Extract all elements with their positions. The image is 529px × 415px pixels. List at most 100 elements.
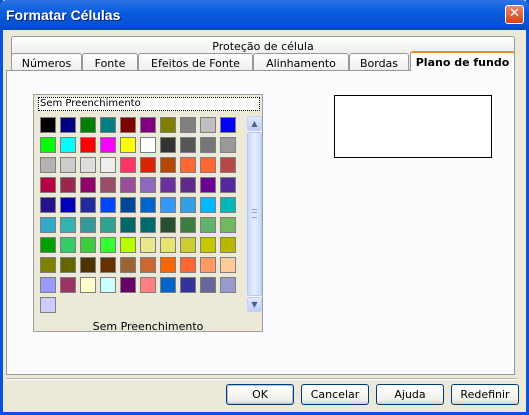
tab-plano-de-fundo[interactable]: Plano de fundo bbox=[410, 51, 515, 71]
color-swatch[interactable] bbox=[220, 157, 236, 173]
color-swatch[interactable] bbox=[100, 277, 116, 293]
color-swatch[interactable] bbox=[100, 157, 116, 173]
color-swatch[interactable] bbox=[180, 237, 196, 253]
color-swatch[interactable] bbox=[120, 277, 136, 293]
color-swatch[interactable] bbox=[200, 177, 216, 193]
color-swatch[interactable] bbox=[60, 137, 76, 153]
color-swatch[interactable] bbox=[40, 157, 56, 173]
color-swatch[interactable] bbox=[180, 217, 196, 233]
scroll-down-button[interactable]: ▼ bbox=[247, 297, 262, 312]
no-fill-option[interactable]: Sem Preenchimento bbox=[38, 97, 260, 111]
color-swatch[interactable] bbox=[60, 177, 76, 193]
color-swatch[interactable] bbox=[200, 137, 216, 153]
color-swatch[interactable] bbox=[220, 137, 236, 153]
color-swatch[interactable] bbox=[120, 177, 136, 193]
color-swatch[interactable] bbox=[220, 237, 236, 253]
color-swatch[interactable] bbox=[80, 277, 96, 293]
color-swatch[interactable] bbox=[180, 277, 196, 293]
color-swatch[interactable] bbox=[160, 257, 176, 273]
color-swatch[interactable] bbox=[100, 217, 116, 233]
color-swatch[interactable] bbox=[160, 277, 176, 293]
color-swatch[interactable] bbox=[40, 277, 56, 293]
color-swatch[interactable] bbox=[100, 257, 116, 273]
color-swatch[interactable] bbox=[120, 157, 136, 173]
color-swatch[interactable] bbox=[140, 237, 156, 253]
color-swatch[interactable] bbox=[180, 137, 196, 153]
cancel-button[interactable]: Cancelar bbox=[301, 384, 369, 405]
color-swatch[interactable] bbox=[80, 177, 96, 193]
color-swatch[interactable] bbox=[60, 257, 76, 273]
color-swatch[interactable] bbox=[220, 197, 236, 213]
color-swatch[interactable] bbox=[100, 237, 116, 253]
color-swatch[interactable] bbox=[120, 117, 136, 133]
color-swatch[interactable] bbox=[80, 217, 96, 233]
color-swatch[interactable] bbox=[40, 237, 56, 253]
color-swatch[interactable] bbox=[200, 217, 216, 233]
color-swatch[interactable] bbox=[220, 217, 236, 233]
color-swatch[interactable] bbox=[220, 117, 236, 133]
color-swatch[interactable] bbox=[140, 117, 156, 133]
color-swatch[interactable] bbox=[200, 257, 216, 273]
color-swatch[interactable] bbox=[160, 217, 176, 233]
color-swatch[interactable] bbox=[60, 157, 76, 173]
color-swatch[interactable] bbox=[40, 177, 56, 193]
color-swatch[interactable] bbox=[140, 197, 156, 213]
color-swatch[interactable] bbox=[160, 197, 176, 213]
color-swatch[interactable] bbox=[100, 197, 116, 213]
color-swatch[interactable] bbox=[180, 157, 196, 173]
color-swatch[interactable] bbox=[100, 137, 116, 153]
color-swatch[interactable] bbox=[80, 237, 96, 253]
palette-scrollbar[interactable]: ▲ ▼ bbox=[246, 116, 262, 312]
color-swatch[interactable] bbox=[180, 117, 196, 133]
color-swatch[interactable] bbox=[140, 137, 156, 153]
color-swatch[interactable] bbox=[40, 197, 56, 213]
color-swatch[interactable] bbox=[40, 217, 56, 233]
color-swatch[interactable] bbox=[60, 237, 76, 253]
color-swatch[interactable] bbox=[80, 197, 96, 213]
color-swatch[interactable] bbox=[140, 277, 156, 293]
color-swatch[interactable] bbox=[120, 257, 136, 273]
color-swatch[interactable] bbox=[120, 217, 136, 233]
color-swatch[interactable] bbox=[80, 157, 96, 173]
close-button[interactable]: ✕ bbox=[505, 5, 524, 24]
color-swatch[interactable] bbox=[160, 237, 176, 253]
color-swatch[interactable] bbox=[220, 177, 236, 193]
color-swatch[interactable] bbox=[200, 157, 216, 173]
scroll-thumb[interactable] bbox=[247, 132, 262, 296]
color-swatch[interactable] bbox=[40, 117, 56, 133]
color-swatch[interactable] bbox=[80, 117, 96, 133]
color-swatch[interactable] bbox=[200, 117, 216, 133]
color-swatch[interactable] bbox=[160, 117, 176, 133]
color-swatch[interactable] bbox=[180, 177, 196, 193]
color-swatch[interactable] bbox=[220, 257, 236, 273]
color-swatch[interactable] bbox=[120, 237, 136, 253]
color-swatch[interactable] bbox=[200, 277, 216, 293]
color-swatch[interactable] bbox=[140, 217, 156, 233]
help-button[interactable]: Ajuda bbox=[376, 384, 444, 405]
color-swatch[interactable] bbox=[60, 277, 76, 293]
color-swatch[interactable] bbox=[140, 177, 156, 193]
color-swatch[interactable] bbox=[100, 177, 116, 193]
color-swatch[interactable] bbox=[140, 257, 156, 273]
reset-button[interactable]: Redefinir bbox=[451, 384, 519, 405]
color-swatch[interactable] bbox=[60, 217, 76, 233]
color-swatch[interactable] bbox=[200, 237, 216, 253]
color-swatch[interactable] bbox=[160, 157, 176, 173]
color-swatch[interactable] bbox=[60, 117, 76, 133]
color-swatch[interactable] bbox=[60, 197, 76, 213]
color-swatch[interactable] bbox=[200, 197, 216, 213]
color-swatch[interactable] bbox=[80, 137, 96, 153]
color-swatch[interactable] bbox=[160, 137, 176, 153]
color-swatch[interactable] bbox=[160, 177, 176, 193]
color-swatch[interactable] bbox=[220, 277, 236, 293]
color-swatch[interactable] bbox=[40, 137, 56, 153]
color-swatch[interactable] bbox=[180, 257, 196, 273]
color-swatch[interactable] bbox=[140, 157, 156, 173]
color-swatch[interactable] bbox=[100, 117, 116, 133]
color-swatch[interactable] bbox=[120, 197, 136, 213]
ok-button[interactable]: OK bbox=[226, 384, 294, 405]
color-swatch[interactable] bbox=[180, 197, 196, 213]
color-swatch[interactable] bbox=[80, 257, 96, 273]
color-swatch[interactable] bbox=[40, 257, 56, 273]
color-swatch[interactable] bbox=[40, 297, 56, 313]
